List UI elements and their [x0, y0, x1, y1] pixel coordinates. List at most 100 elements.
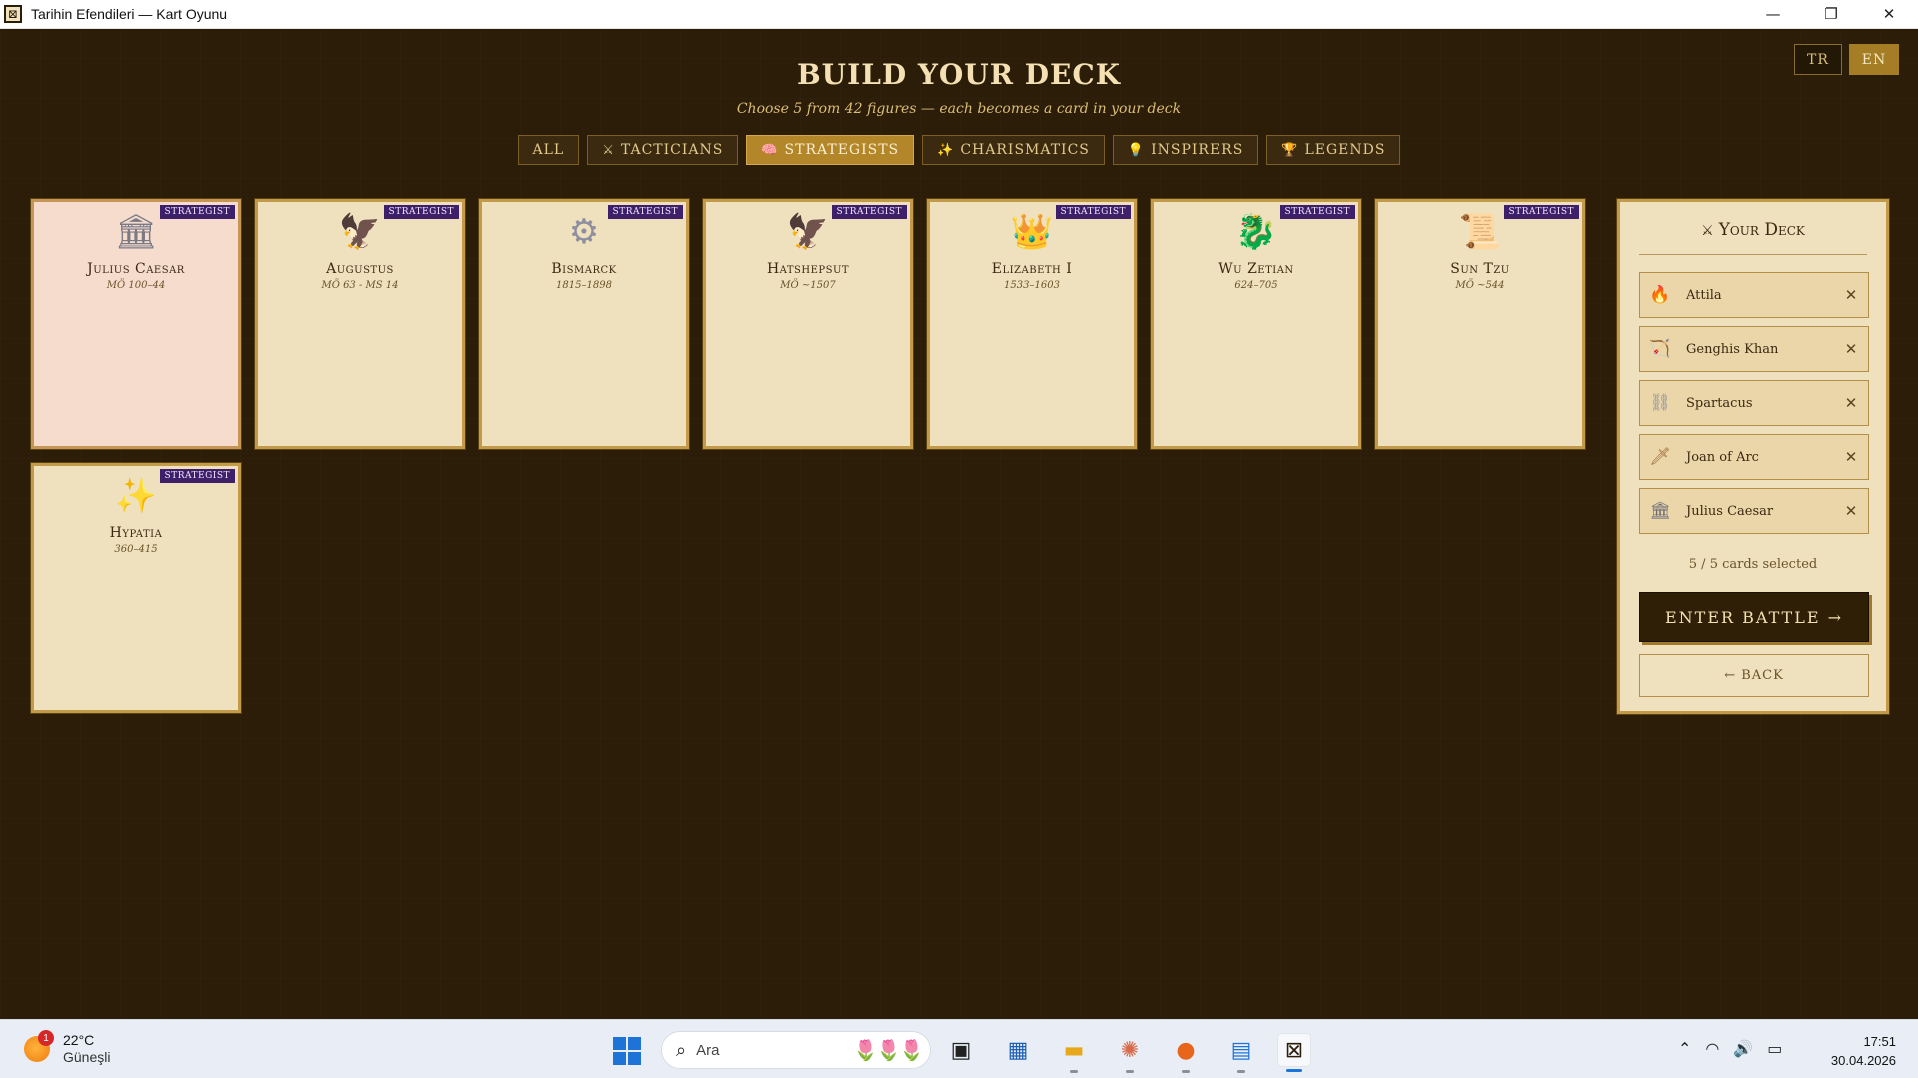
filter-label: Legends [1304, 142, 1386, 158]
deck-item-spartacus[interactable]: ⛓ Spartacus ✕ [1639, 380, 1869, 426]
search-icon: ⌕ [676, 1039, 687, 1061]
firefox-icon: ● [1176, 1037, 1196, 1063]
figure-era: 1815–1898 [556, 280, 612, 291]
taskbar-app-task-view[interactable]: ▣ [944, 1033, 978, 1067]
filter-label: Tacticians [620, 142, 724, 158]
page-subtitle: Choose 5 from 42 figures — each becomes … [736, 101, 1182, 117]
figure-card-hatshepsut[interactable]: Strategist 🦅 Hatshepsut MÖ ~1507 [703, 199, 913, 449]
maximize-button[interactable]: ❐ [1802, 0, 1860, 29]
filter-strategists[interactable]: 🧠 Strategists [746, 135, 915, 165]
deck-item-attila[interactable]: 🔥 Attila ✕ [1639, 272, 1869, 318]
filter-charismatics[interactable]: ✨ Charismatics [922, 135, 1105, 165]
running-indicator [1286, 1069, 1302, 1072]
remove-icon[interactable]: ✕ [1842, 394, 1860, 412]
remove-icon[interactable]: ✕ [1842, 502, 1860, 520]
wifi-icon[interactable]: ◠ [1705, 1039, 1719, 1058]
taskbar-app-firefox[interactable]: ● [1169, 1033, 1203, 1073]
figure-icon: 👑 [1010, 212, 1054, 252]
figure-icon: 📜 [1458, 212, 1502, 252]
figure-name: Elizabeth I [991, 261, 1073, 277]
weather-widget[interactable]: 1 22°C Güneşli [24, 1030, 110, 1066]
window-title: Tarihin Efendileri — Kart Oyunu [31, 6, 228, 22]
deck-item-label: Genghis Khan [1686, 341, 1779, 357]
filter-inspirers[interactable]: 💡 Inspirers [1112, 135, 1259, 165]
remove-icon[interactable]: ✕ [1842, 448, 1860, 466]
deck-title: ⚔ Your Deck [1620, 220, 1886, 240]
figure-era: MÖ 100–44 [106, 280, 166, 291]
filter-icon: ✨ [937, 142, 955, 158]
volume-icon[interactable]: 🔊 [1733, 1039, 1753, 1058]
deck-item-julius-caesar[interactable]: 🏛 Julius Caesar ✕ [1639, 488, 1869, 534]
task-view-icon: ▣ [950, 1037, 972, 1063]
figure-card-wu-zetian[interactable]: Strategist 🐉 Wu Zetian 624–705 [1151, 199, 1361, 449]
figure-icon: 🐉 [1234, 212, 1278, 252]
taskbar-app-game[interactable]: ⊠ [1277, 1033, 1311, 1072]
deck-item-label: Joan of Arc [1686, 449, 1759, 465]
figure-era: 1533–1603 [1004, 280, 1060, 291]
filter-label: Charismatics [960, 142, 1090, 158]
figure-era: 360–415 [114, 544, 158, 555]
filter-icon: 🏆 [1281, 142, 1299, 158]
taskbar-app-file-explorer[interactable]: ▬ [1057, 1033, 1091, 1073]
deck-item-label: Spartacus [1686, 395, 1753, 411]
taskbar: 1 22°C Güneşli ⌕ Ara 🌷🌷🌷 ▣ ▦ ▬ ✺ ● ▤ ⊠ ⌃ ◠ 🔊 ▭… [0, 1019, 1918, 1078]
notepad-icon: ▤ [1230, 1037, 1252, 1063]
deck-item-joan-of-arc[interactable]: 🗡 Joan of Arc ✕ [1639, 434, 1869, 480]
figure-name: Sun Tzu [1450, 261, 1510, 277]
tulips-icon: 🌷🌷🌷 [853, 1038, 924, 1062]
deck-title-label: Your Deck [1718, 220, 1805, 240]
figure-era: MÖ ~1507 [780, 280, 836, 291]
store-icon: ▦ [1007, 1037, 1029, 1063]
system-tray: ⌃ ◠ 🔊 ▭ [1678, 1039, 1782, 1058]
clock[interactable]: 17:51 30.04.2026 [1822, 1032, 1896, 1070]
filter-legends[interactable]: 🏆 Legends [1266, 135, 1401, 165]
game-screen: TR EN BUILD YOUR DECK Choose 5 from 42 f… [0, 29, 1918, 1019]
search-placeholder: Ara [696, 1041, 720, 1059]
figure-era: MÖ ~544 [1455, 280, 1505, 291]
start-button[interactable] [613, 1037, 641, 1065]
figure-card-julius-caesar[interactable]: Strategist 🏛 Julius Caesar MÖ 100–44 [31, 199, 241, 449]
figure-icon: 🏹 [1649, 339, 1671, 359]
filter-label: Inspirers [1151, 142, 1244, 158]
filter-icon: 🧠 [761, 142, 779, 158]
swords-icon: ⚔ [1701, 223, 1714, 239]
window-titlebar: ⊠ Tarihin Efendileri — Kart Oyunu — ❐ ✕ [0, 0, 1918, 29]
running-indicator [1126, 1070, 1134, 1073]
deck-item-genghis-khan[interactable]: 🏹 Genghis Khan ✕ [1639, 326, 1869, 372]
filter-icon: 💡 [1127, 142, 1146, 158]
figure-card-sun-tzu[interactable]: Strategist 📜 Sun Tzu MÖ ~544 [1375, 199, 1585, 449]
deck-item-label: Attila [1686, 287, 1722, 303]
close-button[interactable]: ✕ [1860, 0, 1918, 29]
figure-card-bismarck[interactable]: Strategist ⚙ Bismarck 1815–1898 [479, 199, 689, 449]
taskbar-search[interactable]: ⌕ Ara 🌷🌷🌷 [661, 1031, 931, 1069]
figure-icon: 🗡 [1649, 447, 1671, 467]
enter-battle-button[interactable]: Enter Battle → [1639, 592, 1869, 642]
figure-icon: ✨ [114, 476, 158, 516]
taskbar-app-claude[interactable]: ✺ [1113, 1033, 1147, 1073]
minimize-button[interactable]: — [1744, 0, 1802, 29]
back-button[interactable]: ← Back [1639, 654, 1869, 697]
figure-card-hypatia[interactable]: Strategist ✨ Hypatia 360–415 [31, 463, 241, 713]
figure-icon: 🔥 [1649, 285, 1671, 305]
figure-card-augustus[interactable]: Strategist 🦅 Augustus MÖ 63 - MS 14 [255, 199, 465, 449]
figure-icon: ⛓ [1649, 393, 1671, 413]
deck-divider [1639, 254, 1867, 255]
filter-tacticians[interactable]: ⚔ Tacticians [587, 135, 739, 165]
taskbar-app-notepad[interactable]: ▤ [1224, 1033, 1258, 1073]
figure-icon: 🦅 [338, 212, 382, 252]
deck-count: 5 / 5 cards selected [1688, 557, 1818, 572]
page-title: BUILD YOUR DECK [797, 58, 1121, 91]
figure-card-elizabeth-i[interactable]: Strategist 👑 Elizabeth I 1533–1603 [927, 199, 1137, 449]
figure-name: Hypatia [109, 525, 163, 541]
remove-icon[interactable]: ✕ [1842, 286, 1860, 304]
running-indicator [1070, 1070, 1078, 1073]
remove-icon[interactable]: ✕ [1842, 340, 1860, 358]
battery-icon[interactable]: ▭ [1767, 1039, 1782, 1058]
figure-name: Julius Caesar [87, 261, 185, 277]
taskbar-app-store[interactable]: ▦ [1001, 1033, 1035, 1067]
clock-date: 30.04.2026 [1830, 1053, 1896, 1068]
figure-era: MÖ 63 - MS 14 [321, 280, 399, 291]
chevron-up-icon[interactable]: ⌃ [1678, 1039, 1691, 1058]
filter-all[interactable]: All [517, 135, 580, 165]
file-explorer-icon: ▬ [1063, 1037, 1085, 1063]
